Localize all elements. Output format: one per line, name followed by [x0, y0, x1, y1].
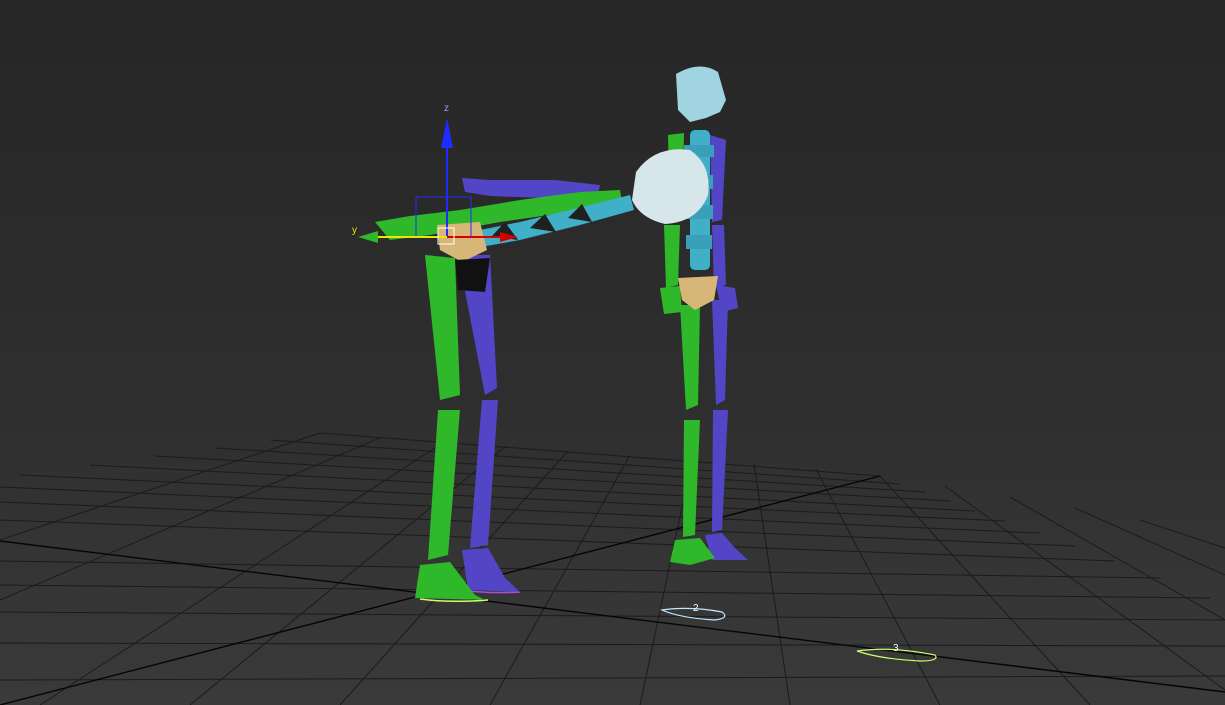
- gizmo-z-label: z: [444, 103, 449, 114]
- footstep-2-label: 2: [693, 603, 699, 614]
- gizmo-y-label: y: [352, 225, 357, 236]
- viewport-background: [0, 0, 1225, 705]
- footstep-3-label: 3: [893, 643, 899, 654]
- 3d-viewport[interactable]: 0 1 2 3: [0, 0, 1225, 705]
